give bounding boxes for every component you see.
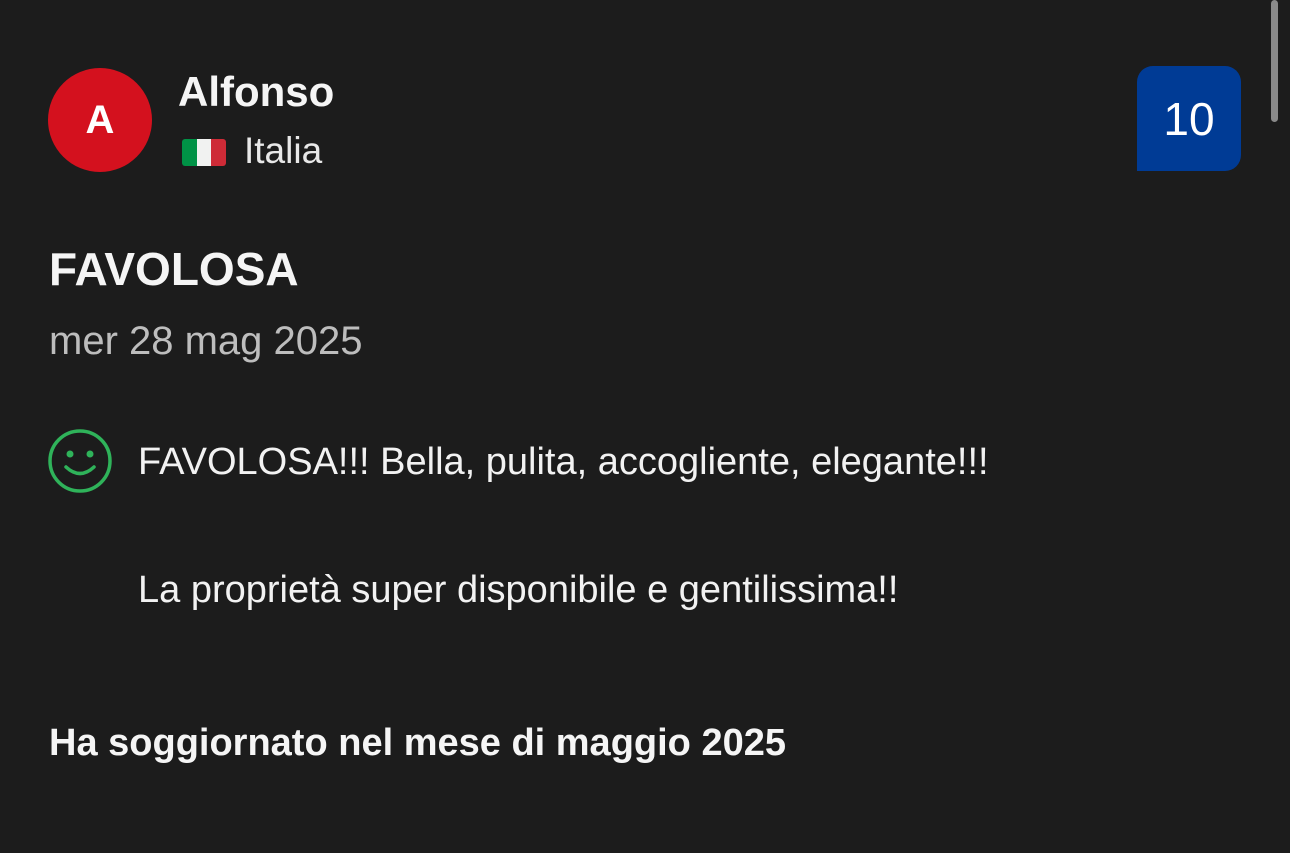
smiley-face-icon [48,429,112,493]
review-positive-text: La proprietà super disponibile e gentili… [138,569,899,611]
stay-period: Ha soggiornato nel mese di maggio 2025 [49,722,786,764]
scrollbar[interactable] [1271,0,1278,122]
reviewer-name: Alfonso [178,68,335,115]
score-value: 10 [1163,92,1215,145]
reviewer-country: Italia [244,130,323,171]
review-positive-text: FAVOLOSA!!! Bella, pulita, accogliente, … [138,441,989,483]
review-title: FAVOLOSA [49,243,299,295]
italy-flag-icon [182,139,226,166]
avatar: A [48,68,152,172]
review-date: mer 28 mag 2025 [49,319,363,363]
avatar-initial: A [85,97,115,142]
score-badge: 10 [1137,66,1241,171]
